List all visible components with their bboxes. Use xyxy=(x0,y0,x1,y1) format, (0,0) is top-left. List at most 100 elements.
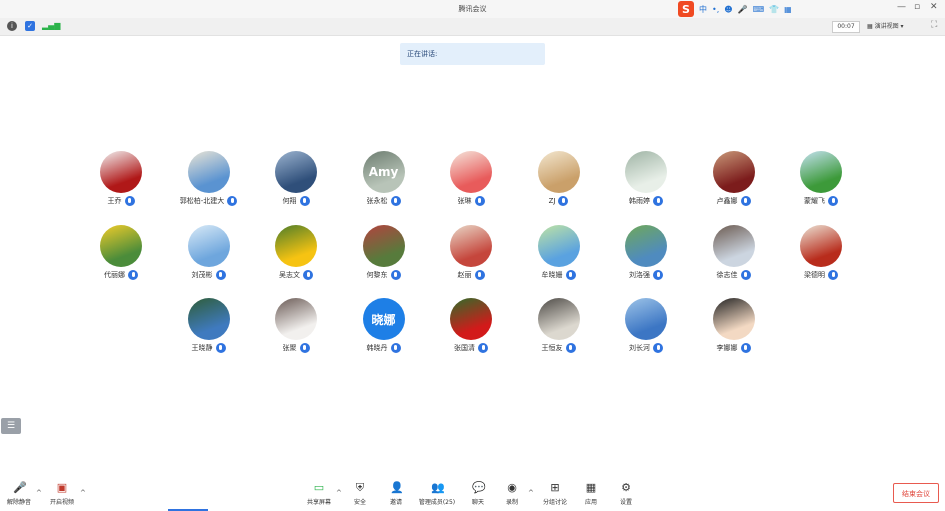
participant-name-line: 张永松 xyxy=(339,196,429,206)
avatar: 晓娜 xyxy=(362,298,405,340)
participant-tile[interactable]: 刘洛强 xyxy=(601,225,691,295)
mic-icon xyxy=(565,343,576,353)
shield-icon[interactable]: ✓ xyxy=(25,21,35,31)
mic-icon xyxy=(828,196,838,206)
participant-tile[interactable]: 刘茂彬 xyxy=(164,225,254,295)
participant-tile[interactable]: 何翔 xyxy=(251,151,341,221)
security-button[interactable]: ⛨ 安全 xyxy=(349,482,371,507)
participant-tile[interactable]: 牟晓姗 xyxy=(514,225,604,295)
mic-icon xyxy=(740,343,751,353)
participant-tile[interactable]: Amy 张永松 xyxy=(339,151,429,221)
participant-tile[interactable]: 郭松柏-北建大 xyxy=(164,151,254,221)
record-options-caret-icon[interactable]: ^ xyxy=(528,489,534,497)
avatar xyxy=(450,225,492,267)
title-bar: 腾讯会议 S 中 •, ☻ 🎤 ⌨ 👕 ▦ — ▫ ✕ xyxy=(0,0,945,18)
avatar-text: 晓娜 xyxy=(371,312,396,327)
apps-grid-icon: ▦ xyxy=(585,481,597,494)
meeting-info-bar: i ✓ ▂▄▆ 00:07 ▦ 演讲视图 ▾ ⛶ xyxy=(0,18,945,36)
video-button[interactable]: ▣ 开启视频 xyxy=(48,482,76,507)
avatar xyxy=(537,225,580,267)
breakout-button[interactable]: ⊞ 分组讨论 xyxy=(541,482,569,507)
participant-name: 代丽娜 xyxy=(104,271,125,279)
participant-tile[interactable]: 王晓静 xyxy=(164,298,254,368)
video-options-caret-icon[interactable]: ^ xyxy=(80,489,86,497)
participant-tile[interactable]: 卢鑫娜 xyxy=(689,151,779,221)
participant-tile[interactable]: 晓娜 韩晓丹 xyxy=(339,298,429,368)
avatar xyxy=(537,298,580,340)
minimize-icon[interactable]: — xyxy=(897,2,906,12)
mic-off-icon: 🎤 xyxy=(13,481,27,494)
avatar xyxy=(450,298,492,340)
avatar xyxy=(625,298,667,340)
share-options-caret-icon[interactable]: ^ xyxy=(336,489,342,497)
maximize-icon[interactable]: ▫ xyxy=(914,2,920,12)
ime-tools-icon[interactable]: ▦ xyxy=(784,5,792,14)
mic-icon xyxy=(740,270,751,280)
avatar xyxy=(100,151,142,193)
list-toggle-button[interactable]: ☰ xyxy=(1,418,21,434)
ime-lang-icon[interactable]: 中 xyxy=(699,4,707,15)
participant-tile[interactable]: 梁德明 xyxy=(776,225,866,295)
chat-button[interactable]: 💬 聊天 xyxy=(467,481,489,507)
avatar xyxy=(187,151,230,193)
sogou-ime-icon[interactable]: S xyxy=(678,1,694,17)
participant-tile[interactable]: 王恒友 xyxy=(514,298,604,368)
participant-name: 牟晓姗 xyxy=(541,271,563,279)
avatar xyxy=(275,225,317,267)
end-meeting-button[interactable]: 结束会议 xyxy=(893,483,939,503)
chat-label: 聊天 xyxy=(471,499,484,506)
participant-name: 李娜娜 xyxy=(716,344,738,352)
ime-keyboard-icon[interactable]: ⌨ xyxy=(753,5,765,14)
mic-icon xyxy=(390,196,401,206)
mute-button[interactable]: 🎤 解除静音 xyxy=(5,481,33,507)
chat-icon: 💬 xyxy=(472,481,486,494)
participant-tile[interactable]: 王乔 xyxy=(76,151,166,221)
bottom-control-bar: 🎤 解除静音 ^ ▣ 开启视频 ^ ▭ 共享屏幕 ^ ⛨ 安全 👤 邀请 👥 管… xyxy=(0,475,945,511)
participant-name-line: 张国清 xyxy=(426,343,516,353)
share-screen-icon: ▭ xyxy=(313,481,325,494)
manage-members-button[interactable]: 👥 管理成员(25) xyxy=(415,482,459,507)
apps-label: 应用 xyxy=(584,499,597,506)
avatar xyxy=(800,151,842,193)
ime-skin-icon[interactable]: 👕 xyxy=(769,5,779,14)
participant-tile[interactable]: 李娜娜 xyxy=(689,298,779,368)
ime-punct-icon[interactable]: •, xyxy=(712,5,719,14)
ime-voice-icon[interactable]: 🎤 xyxy=(738,5,748,14)
participant-tile[interactable]: 代丽娜 xyxy=(76,225,166,295)
view-switch-button[interactable]: ▦ 演讲视图 ▾ xyxy=(867,21,904,32)
participant-tile[interactable]: ZJ xyxy=(514,151,604,221)
participant-tile[interactable]: 何黎东 xyxy=(339,225,429,295)
settings-button[interactable]: ⚙ 设置 xyxy=(615,481,637,507)
participant-tile[interactable]: 刘长河 xyxy=(601,298,691,368)
signal-icon[interactable]: ▂▄▆ xyxy=(42,21,60,31)
participant-tile[interactable]: 蒙耀飞 xyxy=(776,151,866,221)
avatar-text: Amy xyxy=(368,165,399,179)
participant-tile[interactable]: 张聚 xyxy=(251,298,341,368)
participant-name-line: 王乔 xyxy=(76,196,166,206)
participant-name: 张琳 xyxy=(457,197,472,205)
invite-button[interactable]: 👤 邀请 xyxy=(385,482,407,507)
participant-tile[interactable]: 赵丽 xyxy=(426,225,516,295)
settings-label: 设置 xyxy=(619,499,632,506)
participant-tile[interactable]: 吴志文 xyxy=(251,225,341,295)
mute-options-caret-icon[interactable]: ^ xyxy=(36,489,42,497)
info-icon[interactable]: i xyxy=(7,21,17,31)
participant-tile[interactable]: 韩雨婷 xyxy=(601,151,691,221)
avatar xyxy=(275,151,317,193)
share-screen-button[interactable]: ▭ 共享屏幕 xyxy=(304,481,334,507)
participant-tile[interactable]: 张琳 xyxy=(426,151,516,221)
ime-toolbar[interactable]: S 中 •, ☻ 🎤 ⌨ 👕 ▦ xyxy=(678,1,792,17)
chevron-down-icon: ▾ xyxy=(898,23,904,30)
avatar xyxy=(712,225,755,267)
participant-name-line: 王晓静 xyxy=(164,343,254,353)
apps-button[interactable]: ▦ 应用 xyxy=(580,481,602,507)
participant-tile[interactable]: 张国清 xyxy=(426,298,516,368)
ime-emoji-icon[interactable]: ☻ xyxy=(724,5,732,14)
mic-icon xyxy=(653,270,663,280)
participant-tile[interactable]: 徐志佳 xyxy=(689,225,779,295)
close-icon[interactable]: ✕ xyxy=(930,2,938,12)
gear-icon: ⚙ xyxy=(621,481,631,494)
record-button[interactable]: ◉ 录制 xyxy=(501,482,523,507)
participant-name: 梁德明 xyxy=(804,271,825,279)
fullscreen-icon[interactable]: ⛶ xyxy=(931,20,937,30)
